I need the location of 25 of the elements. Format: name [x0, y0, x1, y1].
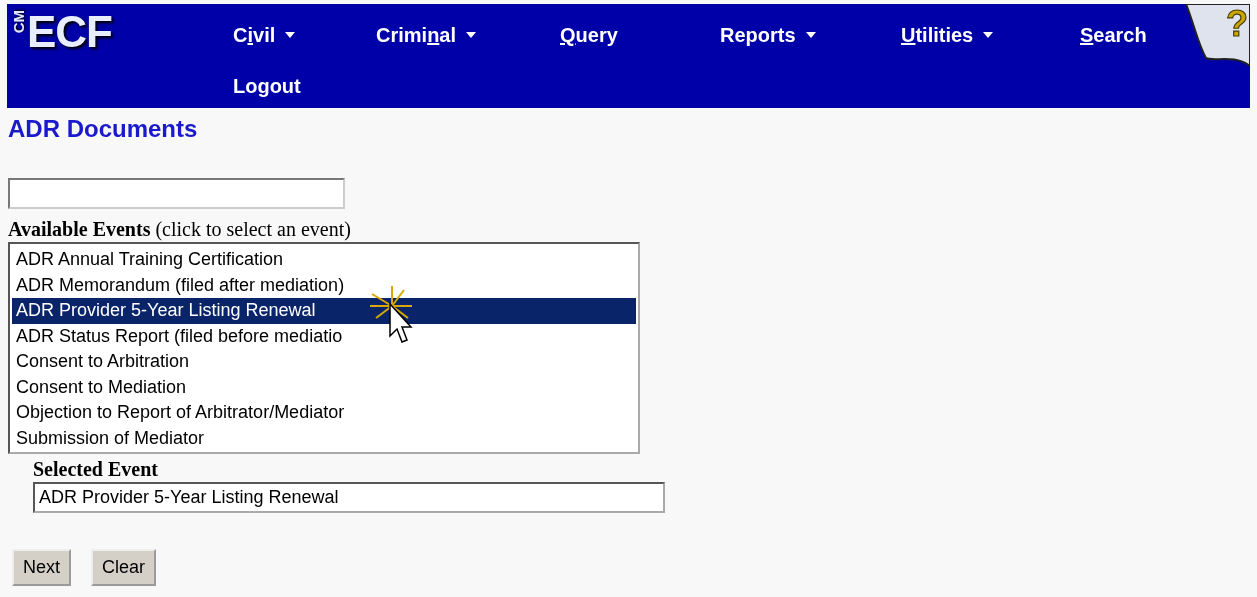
clear-button[interactable]: Clear — [91, 549, 157, 586]
menu-link[interactable]: Criminal — [376, 23, 457, 47]
list-option[interactable]: ADR Annual Training Certification — [12, 247, 636, 273]
list-option[interactable]: ADR Memorandum (filed after mediation) — [12, 272, 636, 298]
logo: CM ECF — [9, 6, 113, 54]
list-option[interactable]: Consent to Mediation — [12, 374, 636, 400]
list-option[interactable]: Consent to Arbitration — [12, 349, 636, 375]
list-option[interactable]: ADR Provider 5-Year Listing Renewal — [12, 298, 636, 324]
menu-link[interactable]: Search — [1080, 23, 1147, 47]
menu-link[interactable]: Civil — [233, 23, 276, 47]
list-option[interactable]: ADR Status Report (filed before mediatio — [12, 323, 636, 349]
list-option[interactable]: Objection to Report of Arbitrator/Mediator — [12, 400, 636, 426]
events-listbox[interactable] — [8, 242, 640, 454]
list-label: Available Events (click to select an event) — [8, 217, 352, 242]
selected-event-label: Selected Event — [33, 457, 159, 482]
page-title: ADR Documents — [8, 114, 199, 144]
pointer-cursor-drawing — [368, 284, 414, 346]
menu-link[interactable]: Query — [560, 23, 618, 47]
selected-event-field[interactable]: ADR Provider 5-Year Listing Renewal — [33, 482, 665, 513]
menu-link[interactable]: Utilities — [901, 23, 974, 47]
next-button[interactable]: Next — [12, 549, 71, 586]
menu-link[interactable]: Reports — [720, 23, 796, 47]
filter-field[interactable] — [8, 178, 345, 209]
menu-link[interactable]: Logout — [233, 74, 301, 98]
list-option[interactable]: Submission of Mediator — [12, 425, 636, 451]
